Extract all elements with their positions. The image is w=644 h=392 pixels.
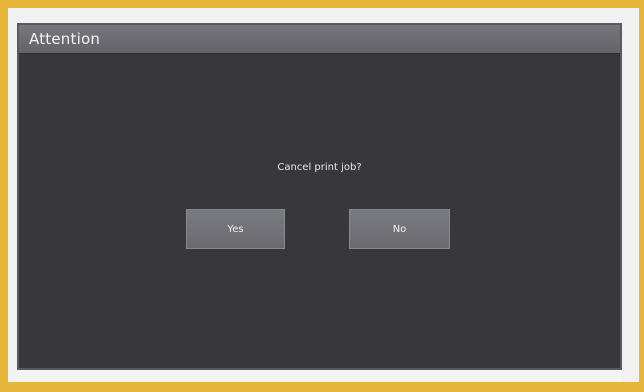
- dialog-title-bar: Attention: [19, 25, 620, 54]
- screen-bottom-edge: [17, 370, 622, 382]
- dialog-title: Attention: [29, 30, 101, 48]
- dialog-window: Attention Cancel print job? Yes No: [17, 23, 622, 370]
- yes-button-label: Yes: [227, 223, 244, 235]
- no-button[interactable]: No: [349, 209, 450, 249]
- dialog-message: Cancel print job?: [277, 162, 362, 173]
- no-button-label: No: [392, 223, 407, 235]
- yes-button[interactable]: Yes: [186, 209, 285, 249]
- dialog-content: Cancel print job? Yes No: [19, 54, 620, 368]
